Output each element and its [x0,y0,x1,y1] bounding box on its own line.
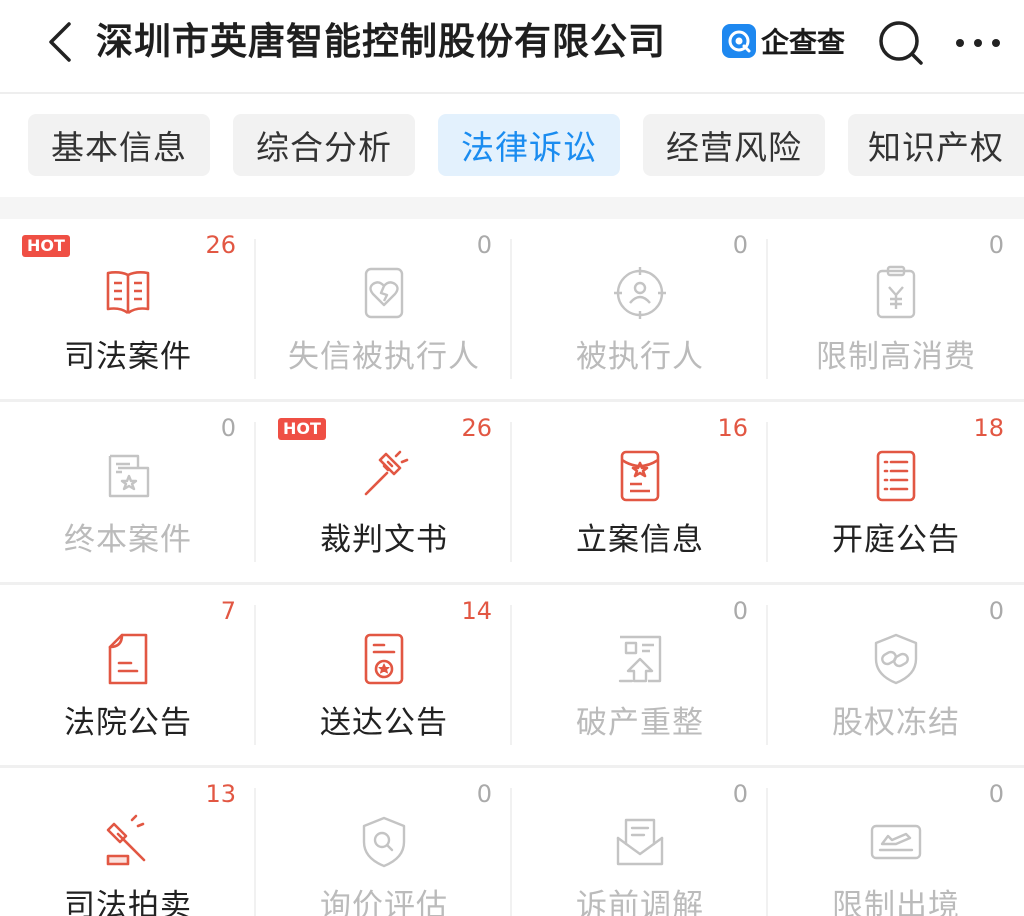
grid-item-judgment-documents[interactable]: HOT 26 裁判文书 [256,402,512,582]
tab-operation-risk[interactable]: 经营风险 [643,114,825,176]
grid-item-pre-litigation-mediation[interactable]: 0 诉前调解 [512,768,768,916]
item-label: 询价评估 [320,888,448,916]
item-label: 开庭公告 [832,522,960,558]
item-count: 0 [988,231,1004,259]
target-person-icon [610,263,670,323]
page-title: 深圳市英唐智能控制股份有限公司 [96,20,666,63]
tab-legal[interactable]: 法律诉讼 [438,114,620,176]
item-label: 立案信息 [576,522,704,558]
grid-item-equity-freeze[interactable]: 0 股权冻结 [768,585,1024,765]
back-button[interactable] [40,18,80,66]
search-shield-icon [354,812,414,872]
item-label: 破产重整 [576,705,704,741]
item-count: 0 [988,597,1004,625]
search-icon [879,21,923,65]
top-bar: 深圳市英唐智能控制股份有限公司 企查查 [0,0,1024,90]
item-label: 诉前调解 [576,888,704,916]
item-count: 14 [461,597,492,625]
grid-item-judicial-cases[interactable]: HOT 26 司法案件 [0,219,256,399]
section-gap [0,197,1024,219]
building-arrow-icon [610,629,670,689]
item-label: 股权冻结 [832,705,960,741]
item-count: 0 [476,780,492,808]
item-label: 司法案件 [64,339,192,375]
book-icon [98,263,158,323]
item-label: 被执行人 [576,339,704,375]
grid-item-filing-info[interactable]: 16 立案信息 [512,402,768,582]
grid-item-terminated-cases[interactable]: 0 终本案件 [0,402,256,582]
grid-item-price-inquiry[interactable]: 0 询价评估 [256,768,512,916]
grid-item-exit-restriction[interactable]: 0 限制出境 [768,768,1024,916]
chain-shield-icon [866,629,926,689]
list-document-icon [866,446,926,506]
item-count: 26 [461,414,492,442]
grid-item-bankruptcy[interactable]: 0 破产重整 [512,585,768,765]
seal-document-icon [354,629,414,689]
item-count: 0 [476,231,492,259]
item-count: 16 [717,414,748,442]
more-button[interactable] [950,18,1006,68]
header-divider [0,92,1024,94]
item-label: 送达公告 [320,705,448,741]
grid-item-judgment-debtor[interactable]: 0 被执行人 [512,219,768,399]
item-label: 终本案件 [64,522,192,558]
item-count: 18 [973,414,1004,442]
more-dots-icon [956,39,1000,47]
document-icon [98,629,158,689]
chevron-left-icon [49,22,71,62]
item-label: 限制出境 [832,888,960,916]
item-count: 0 [988,780,1004,808]
hot-badge: HOT [278,418,326,440]
brand[interactable]: 企查查 [722,22,845,60]
tab-ip[interactable]: 知识产权 [848,114,1024,176]
item-count: 7 [220,597,236,625]
broken-heart-icon [354,263,414,323]
item-count: 26 [205,231,236,259]
item-label: 裁判文书 [320,522,448,558]
auction-hammer-icon [98,812,158,872]
grid-item-dishonest-debtor[interactable]: 0 失信被执行人 [256,219,512,399]
folder-star-icon [98,446,158,506]
item-label: 限制高消费 [816,339,976,375]
item-label: 司法拍卖 [64,888,192,916]
grid-item-court-notice[interactable]: 7 法院公告 [0,585,256,765]
tab-analysis[interactable]: 综合分析 [233,114,415,176]
search-button[interactable] [876,18,926,68]
tab-basic-info[interactable]: 基本信息 [28,114,210,176]
item-count: 0 [220,414,236,442]
legal-grid: HOT 26 司法案件 0 失信被执行人 0 被执行人 0 限制高消费 0 终本… [0,219,1024,916]
item-count: 0 [732,231,748,259]
item-count: 0 [732,597,748,625]
item-count: 0 [732,780,748,808]
star-document-icon [610,446,670,506]
gavel-icon [354,446,414,506]
category-tabs: 基本信息 综合分析 法律诉讼 经营风险 知识产权 [0,114,1024,176]
brand-logo-icon [722,24,756,58]
airplane-ticket-icon [866,812,926,872]
envelope-document-icon [610,812,670,872]
grid-item-consumption-limit[interactable]: 0 限制高消费 [768,219,1024,399]
yen-clipboard-icon [866,263,926,323]
grid-item-hearing-notice[interactable]: 18 开庭公告 [768,402,1024,582]
grid-item-service-notice[interactable]: 14 送达公告 [256,585,512,765]
item-label: 法院公告 [64,705,192,741]
item-count: 13 [205,780,236,808]
hot-badge: HOT [22,235,70,257]
item-label: 失信被执行人 [288,339,480,375]
grid-item-judicial-auction[interactable]: 13 司法拍卖 [0,768,256,916]
brand-name: 企查查 [761,26,846,59]
